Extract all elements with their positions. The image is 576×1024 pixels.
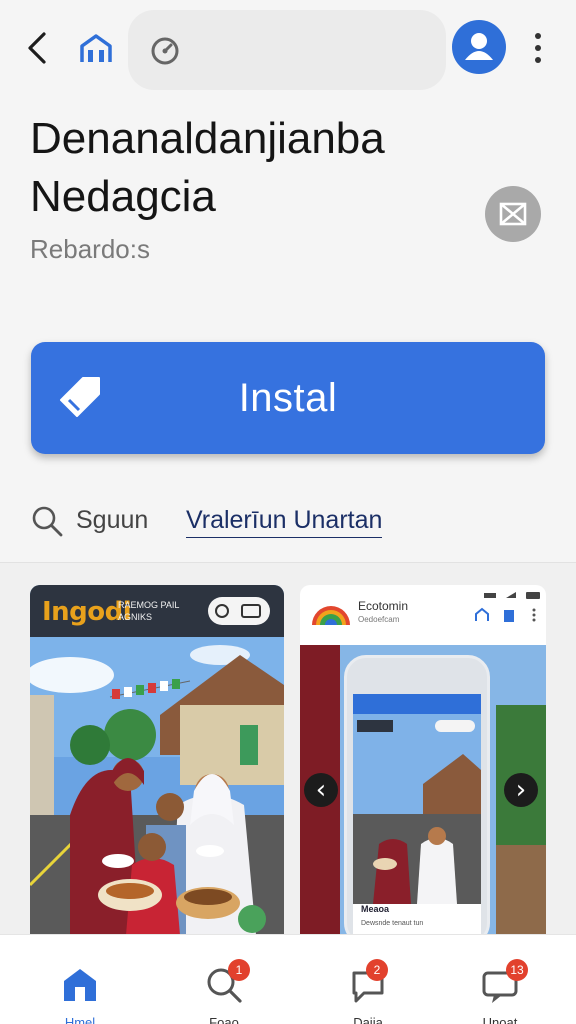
app-developer: Rebardo:s (30, 234, 150, 264)
search-icon[interactable] (30, 504, 64, 538)
nav-label-home: Hmel (64, 1015, 96, 1024)
card-title: Meaoa (361, 904, 390, 914)
header-actions-pill (208, 597, 270, 625)
nav-label-updates: Unoat (482, 1015, 518, 1024)
nav-item-updates[interactable]: 13 Unoat (428, 935, 572, 1024)
nav-item-search[interactable]: 1 Foao (152, 935, 296, 1024)
nav-badge-search: 1 (228, 959, 250, 981)
store-home-icon[interactable] (76, 28, 116, 68)
nav-item-chat[interactable]: 2 Daiia (296, 935, 440, 1024)
home-icon (60, 965, 100, 1005)
brand-tagline: RAEMOG PAIL AGNIKS (118, 600, 180, 622)
address-bar[interactable] (128, 10, 446, 90)
card-text: Dewsnde tenaut tun (361, 920, 424, 927)
nav-badge-updates: 13 (506, 959, 528, 981)
chevron-left-icon[interactable]: ‹ (304, 773, 338, 807)
screenshot-gallery[interactable]: Ingodi RAEMOG PAIL AGNIKS Ecotomin Oedoe… (0, 562, 576, 935)
nav-item-home[interactable]: Hmel (8, 935, 152, 1024)
status-icons (484, 587, 544, 599)
search-prefix: Sguun (76, 506, 149, 534)
community-photo (30, 637, 284, 935)
screenshot-2-app-sub: Oedoefcam (358, 615, 400, 624)
share-icon[interactable] (485, 186, 541, 242)
screenshot-2[interactable]: Ecotomin Oedoefcam Meaoa Dewsnde tenaut … (300, 585, 546, 935)
phone-mockup: Meaoa Dewsnde tenaut tun (344, 655, 490, 935)
chevron-right-icon[interactable]: › (504, 773, 538, 807)
account-avatar[interactable] (452, 20, 506, 74)
bottom-navigation: Hmel 1 Foao 2 Daiia 13 Unoat (0, 934, 576, 1024)
screenshot-2-toolbar (474, 607, 540, 623)
site-info-icon[interactable] (148, 34, 182, 68)
app-logo-icon (310, 595, 352, 631)
top-bar (0, 0, 576, 96)
nav-label-search: Foao (209, 1015, 239, 1024)
back-arrow-icon[interactable] (22, 28, 58, 68)
nav-badge-chat: 2 (366, 959, 388, 981)
search-link[interactable]: Vralerīun Unartan (186, 506, 383, 538)
nav-label-chat: Daiia (353, 1015, 383, 1024)
install-button[interactable]: Instal (31, 342, 545, 454)
phone-screen: Meaoa Dewsnde tenaut tun (353, 694, 481, 935)
search-row: Sguun Vralerīun Unartan (30, 500, 550, 544)
more-options-icon[interactable] (526, 28, 550, 68)
screenshot-1-header: Ingodi RAEMOG PAIL AGNIKS (30, 585, 284, 637)
screenshot-2-app-name: Ecotomin (358, 599, 409, 613)
app-title: Denanaldanjianba Nedagcia (30, 114, 385, 221)
screenshot-1[interactable]: Ingodi RAEMOG PAIL AGNIKS (30, 585, 284, 935)
install-label: Instal (238, 376, 338, 420)
